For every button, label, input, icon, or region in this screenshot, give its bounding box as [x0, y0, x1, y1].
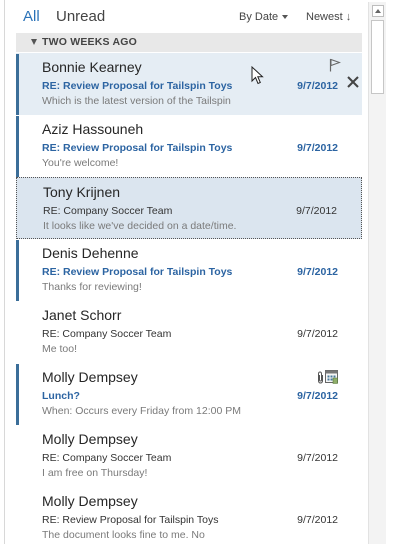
sort-by-dropdown[interactable]: By Date — [239, 11, 289, 23]
message-preview: You're welcome! — [42, 157, 119, 169]
mouse-cursor-icon — [251, 66, 264, 85]
message-subject: RE: Review Proposal for Tailspin Toys — [42, 142, 233, 154]
message-item[interactable]: Tony Krijnen RE: Company Soccer Team 9/7… — [16, 177, 362, 239]
message-subject: RE: Company Soccer Team — [42, 328, 172, 340]
message-preview: Thanks for reviewing! — [42, 281, 142, 293]
message-date: 9/7/2012 — [297, 452, 338, 464]
message-date: 9/7/2012 — [297, 80, 338, 92]
message-preview: The document looks fine to me. No — [42, 529, 205, 541]
unread-indicator — [16, 364, 19, 425]
sort-order-button[interactable]: Newest ↓ — [306, 11, 351, 23]
scroll-up-button[interactable] — [372, 5, 384, 17]
message-item[interactable]: Molly Dempsey RE: Company Soccer Team 9/… — [16, 425, 362, 487]
chevron-down-icon — [282, 15, 289, 20]
message-preview: Which is the latest version of the Tails… — [42, 95, 231, 107]
message-preview: Me too! — [42, 343, 78, 355]
message-item[interactable]: Aziz Hassouneh RE: Review Proposal for T… — [16, 115, 362, 177]
message-sender: Molly Dempsey — [42, 493, 138, 509]
message-subject: RE: Review Proposal for Tailspin Toys — [42, 514, 219, 526]
message-date: 9/7/2012 — [297, 390, 338, 402]
message-date: 9/7/2012 — [297, 266, 338, 278]
unread-indicator — [16, 240, 19, 301]
message-subject: RE: Company Soccer Team — [42, 452, 172, 464]
message-preview: It looks like we've decided on a date/ti… — [43, 220, 237, 232]
message-preview: When: Occurs every Friday from 12:00 PM — [42, 405, 241, 417]
group-label: TWO WEEKS AGO — [42, 36, 137, 48]
message-item[interactable]: Molly Dempsey RE: Review Proposal for Ta… — [16, 487, 362, 544]
message-item[interactable]: Denis Dehenne RE: Review Proposal for Ta… — [16, 239, 362, 301]
message-sender: Aziz Hassouneh — [42, 121, 144, 137]
unread-indicator — [16, 54, 19, 115]
message-sender: Tony Krijnen — [43, 184, 121, 200]
unread-indicator — [16, 116, 19, 177]
filter-unread-button[interactable]: Unread — [56, 8, 105, 25]
sort-order-label: Newest — [306, 11, 343, 23]
list-header: All Unread By Date Newest ↓ — [20, 8, 360, 28]
message-sender: Janet Schorr — [42, 307, 122, 323]
group-header[interactable]: TWO WEEKS AGO — [16, 33, 362, 52]
message-date: 9/7/2012 — [297, 328, 338, 340]
message-sender: Bonnie Kearney — [42, 59, 142, 75]
message-subject: RE: Review Proposal for Tailspin Toys — [42, 266, 233, 278]
meeting-icon — [325, 370, 338, 384]
message-date: 9/7/2012 — [297, 514, 338, 526]
message-subject: Lunch? — [42, 390, 80, 402]
paperclip-icon — [318, 371, 323, 384]
filter-all-button[interactable]: All — [23, 8, 40, 25]
delete-icon[interactable] — [346, 75, 360, 89]
collapse-triangle-icon[interactable] — [31, 39, 37, 45]
flag-icon[interactable] — [329, 58, 341, 72]
message-item[interactable]: Janet Schorr RE: Company Soccer Team 9/7… — [16, 301, 362, 363]
message-sender: Molly Dempsey — [42, 431, 138, 447]
message-subject: RE: Review Proposal for Tailspin Toys — [42, 80, 233, 92]
message-date: 9/7/2012 — [297, 142, 338, 154]
message-preview: I am free on Thursday! — [42, 467, 148, 479]
message-item[interactable]: Molly Dempsey Lunch? 9/7/2012 When: Occu… — [16, 363, 362, 425]
sort-by-label: By Date — [239, 11, 279, 23]
scroll-thumb[interactable] — [371, 20, 384, 94]
message-sender: Denis Dehenne — [42, 245, 139, 261]
message-date: 9/7/2012 — [296, 205, 337, 217]
vertical-scrollbar[interactable] — [368, 2, 386, 544]
message-subject: RE: Company Soccer Team — [43, 205, 173, 217]
message-sender: Molly Dempsey — [42, 369, 138, 385]
arrow-down-icon: ↓ — [345, 11, 352, 23]
message-item[interactable]: Bonnie Kearney RE: Review Proposal for T… — [16, 53, 362, 115]
